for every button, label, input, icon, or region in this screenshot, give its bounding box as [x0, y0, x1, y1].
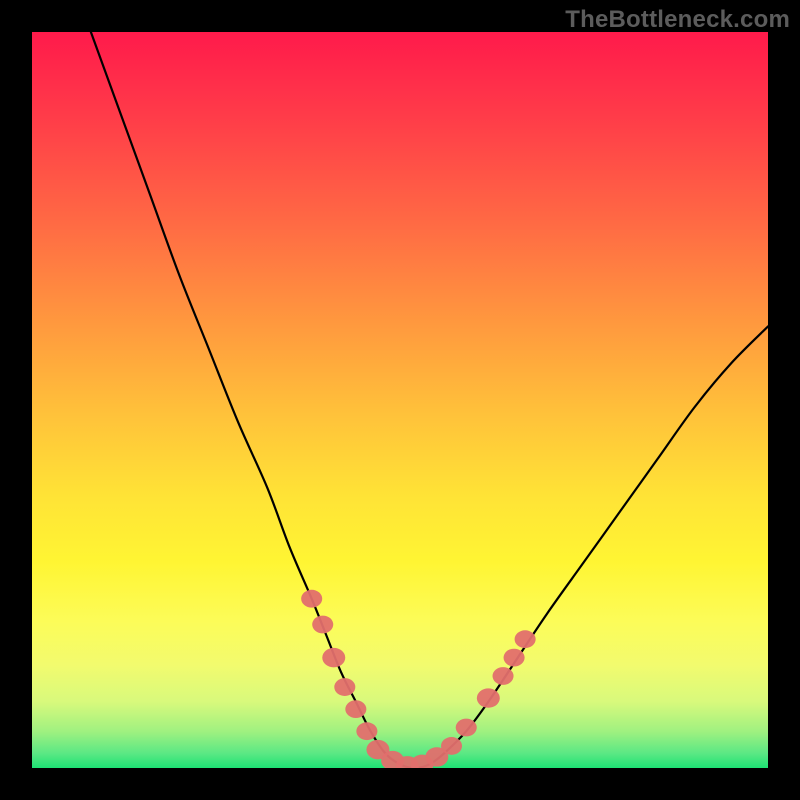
attribution-text: TheBottleneck.com: [565, 6, 790, 34]
marker-dot: [515, 630, 536, 648]
marker-dot: [456, 719, 477, 737]
bottleneck-curve: [91, 32, 768, 768]
marker-dot: [504, 649, 525, 667]
marker-dot: [345, 700, 366, 718]
marker-dot: [477, 688, 500, 707]
chart-frame: TheBottleneck.com: [0, 0, 800, 800]
marker-dot: [312, 616, 333, 634]
marker-dot: [493, 667, 514, 685]
marker-dot: [301, 590, 322, 608]
bottleneck-curve-svg: [32, 32, 768, 768]
plot-area: [32, 32, 768, 768]
marker-dot: [356, 722, 377, 740]
marker-dot: [322, 648, 345, 667]
marker-dot: [441, 737, 462, 755]
highlighted-points: [301, 590, 535, 768]
marker-dot: [334, 678, 355, 696]
